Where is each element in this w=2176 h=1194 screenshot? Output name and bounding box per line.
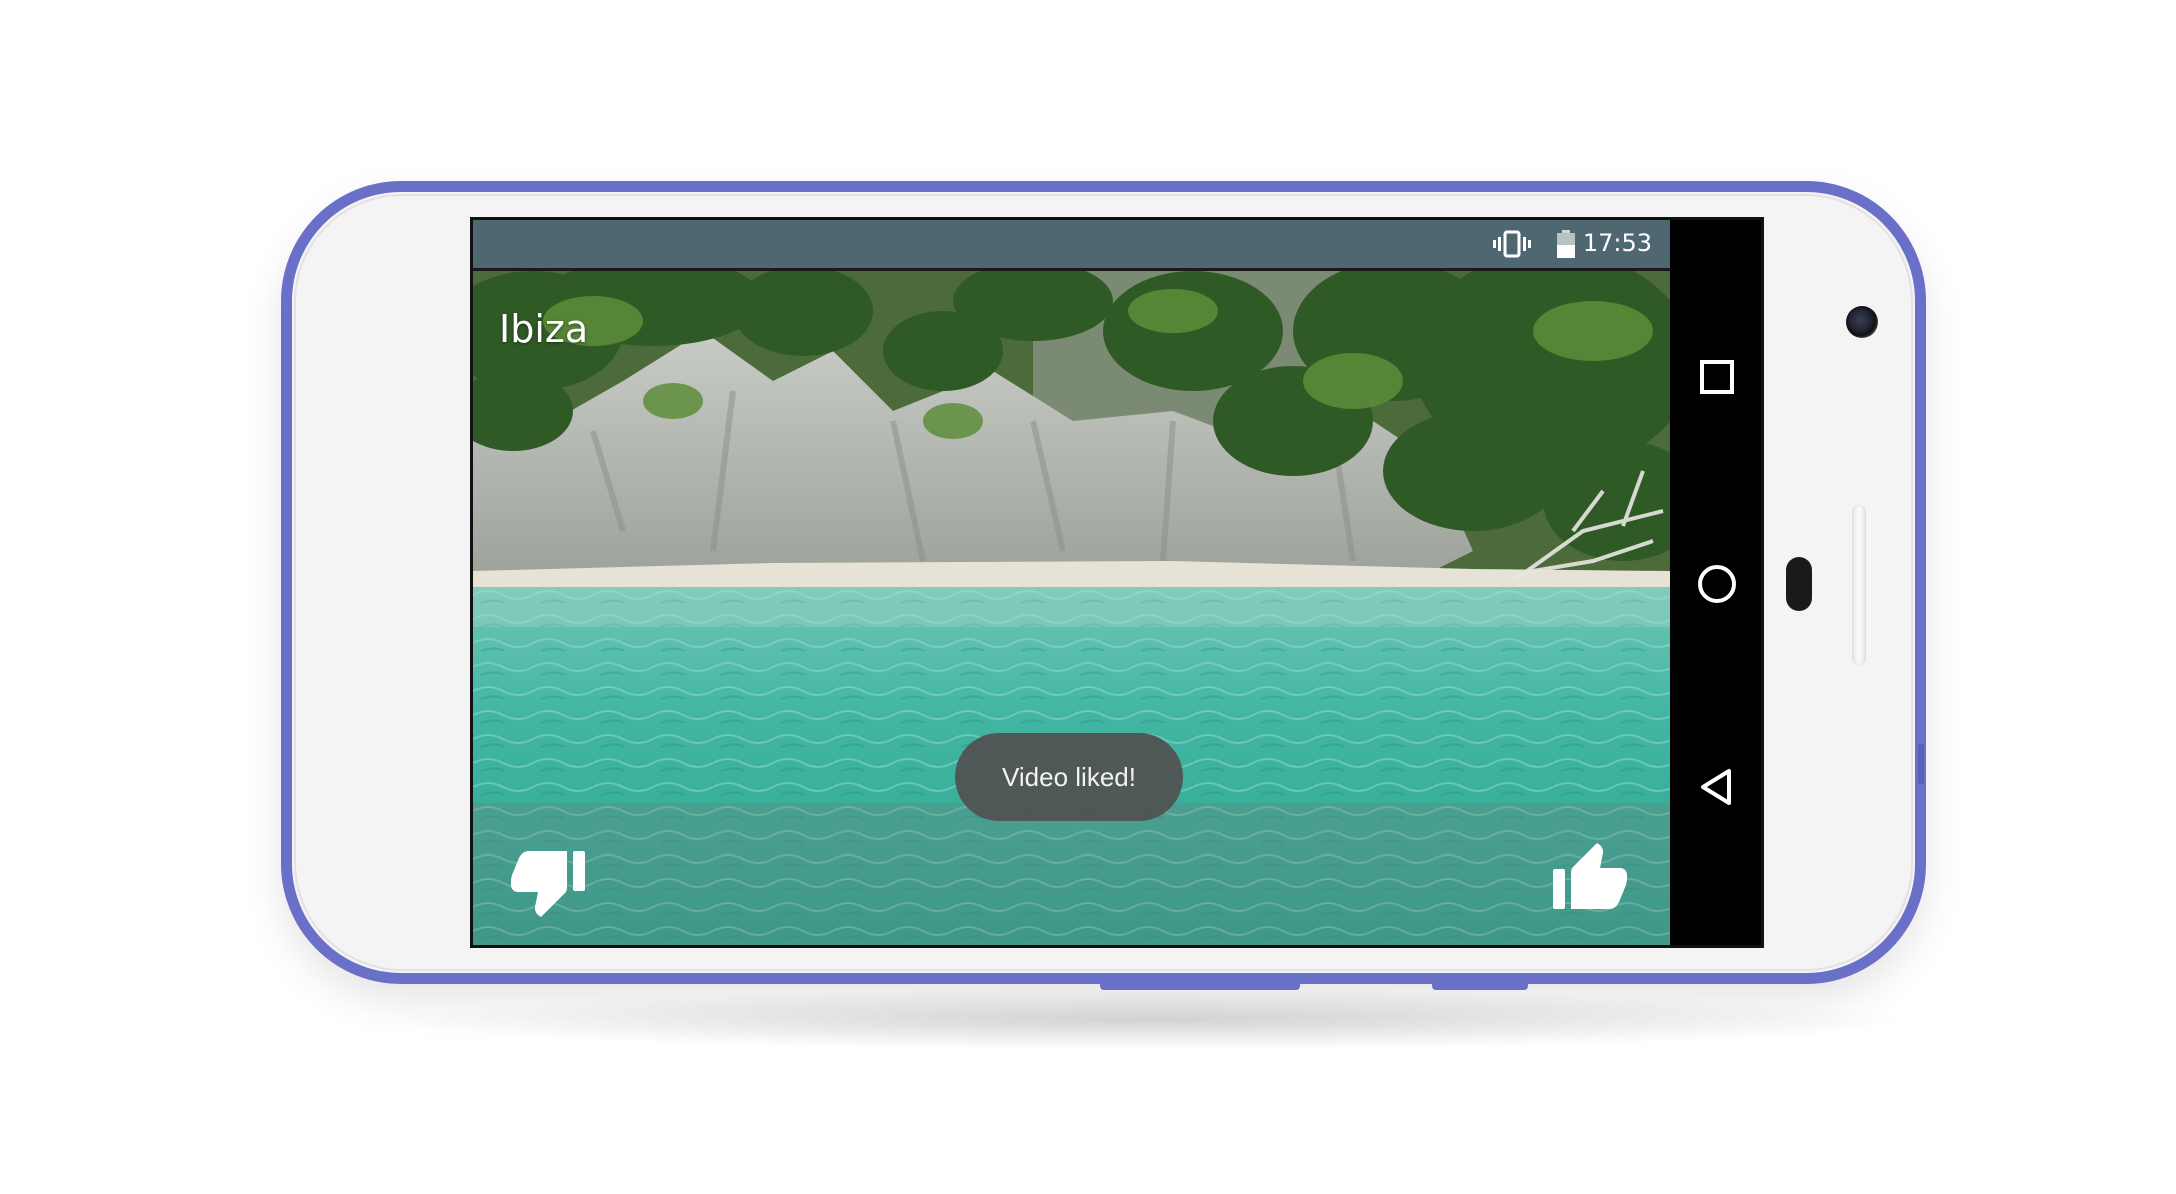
phone-screen: 17:53 Ibiza Video liked! — [470, 217, 1764, 948]
vibrate-icon — [1493, 230, 1531, 258]
device-mockup: 17:53 Ibiza Video liked! — [0, 0, 2176, 1194]
recents-square-icon[interactable] — [1692, 352, 1742, 402]
controls-overlay — [473, 803, 1670, 945]
volume-button — [1100, 982, 1300, 990]
navigation-bar — [1670, 220, 1761, 945]
proximity-sensor — [1786, 557, 1812, 611]
status-time: 17:53 — [1582, 229, 1652, 257]
video-player[interactable]: Ibiza Video liked! — [473, 271, 1670, 945]
power-button — [1432, 982, 1528, 990]
dislike-button[interactable] — [511, 849, 587, 917]
speaker-grille — [1852, 505, 1866, 665]
toast-message: Video liked! — [1002, 761, 1136, 792]
home-circle-icon[interactable] — [1692, 559, 1742, 609]
battery-icon — [1557, 230, 1575, 258]
thumbs-down-icon — [511, 851, 585, 917]
like-button[interactable] — [1551, 839, 1627, 911]
status-bar: 17:53 — [473, 220, 1670, 271]
edge-button — [1918, 744, 1924, 784]
back-triangle-icon[interactable] — [1692, 762, 1742, 812]
front-camera — [1846, 306, 1878, 338]
video-title: Ibiza — [499, 307, 589, 351]
thumbs-up-icon — [1553, 843, 1627, 909]
device-shadow — [400, 990, 1900, 1050]
toast-notification: Video liked! — [955, 733, 1183, 821]
